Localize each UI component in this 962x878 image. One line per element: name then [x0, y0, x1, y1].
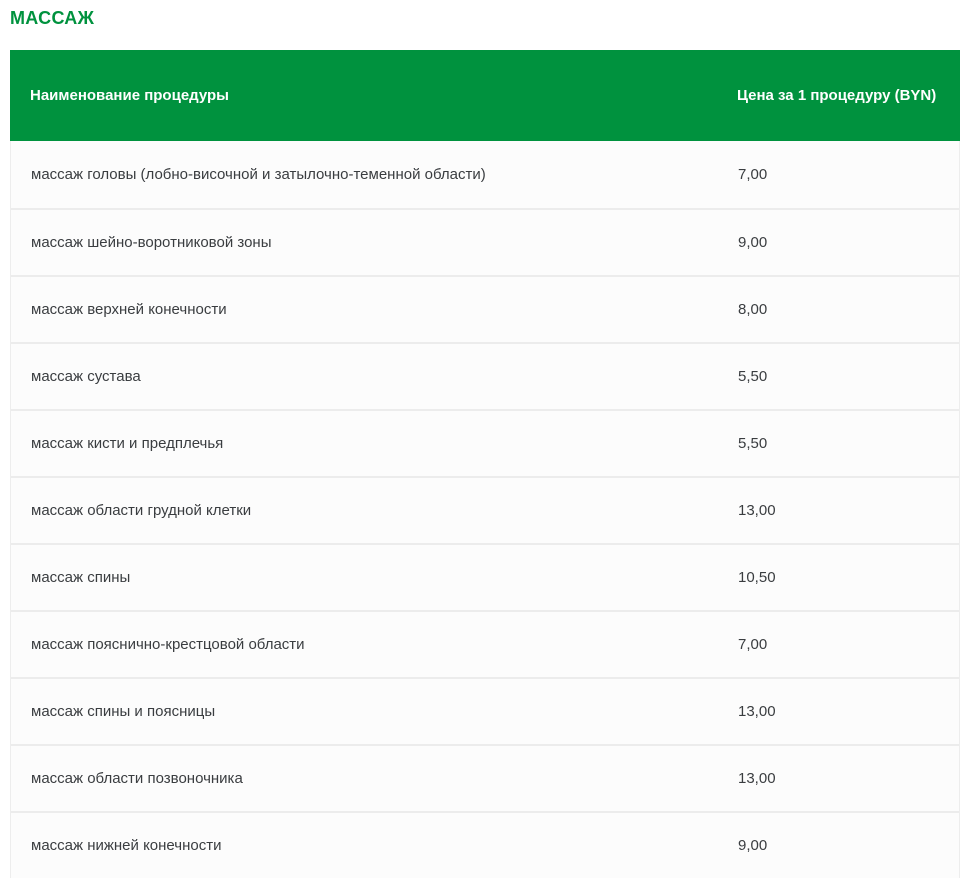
procedure-name: массаж области грудной клетки [11, 502, 738, 519]
table-header-row: Наименование процедуры Цена за 1 процеду… [10, 50, 960, 141]
table-row: массаж нижней конечности9,00 [11, 811, 959, 878]
procedure-name: массаж области позвоночника [11, 770, 738, 787]
table-row: массаж пояснично-крестцовой области7,00 [11, 610, 959, 677]
procedure-price: 5,50 [738, 368, 959, 385]
table-row: массаж области грудной клетки13,00 [11, 476, 959, 543]
procedure-price: 8,00 [738, 301, 959, 318]
table-row: массаж головы (лобно-височной и затылочн… [11, 141, 959, 208]
table-row: массаж области позвоночника13,00 [11, 744, 959, 811]
pricing-page: МАССАЖ Наименование процедуры Цена за 1 … [0, 0, 962, 878]
procedure-price: 7,00 [738, 166, 959, 183]
procedure-price: 13,00 [738, 703, 959, 720]
table-row: массаж сустава5,50 [11, 342, 959, 409]
procedure-name: массаж пояснично-крестцовой области [11, 636, 738, 653]
price-table: Наименование процедуры Цена за 1 процеду… [10, 50, 960, 878]
column-header-price: Цена за 1 процедуру (BYN) [737, 85, 960, 107]
procedure-price: 10,50 [738, 569, 959, 586]
column-header-procedure: Наименование процедуры [10, 85, 737, 107]
table-row: массаж спины10,50 [11, 543, 959, 610]
procedure-price: 9,00 [738, 234, 959, 251]
procedure-price: 9,00 [738, 837, 959, 854]
procedure-price: 13,00 [738, 502, 959, 519]
table-row: массаж верхней конечности8,00 [11, 275, 959, 342]
procedure-name: массаж головы (лобно-височной и затылочн… [11, 166, 738, 183]
procedure-name: массаж нижней конечности [11, 837, 738, 854]
procedure-name: массаж спины [11, 569, 738, 586]
table-row: массаж шейно-воротниковой зоны9,00 [11, 208, 959, 275]
procedure-name: массаж кисти и предплечья [11, 435, 738, 452]
procedure-name: массаж сустава [11, 368, 738, 385]
procedure-name: массаж верхней конечности [11, 301, 738, 318]
page-title: МАССАЖ [10, 8, 960, 28]
procedure-price: 5,50 [738, 435, 959, 452]
table-row: массаж спины и поясницы13,00 [11, 677, 959, 744]
procedure-price: 7,00 [738, 636, 959, 653]
table-body: массаж головы (лобно-височной и затылочн… [10, 141, 960, 878]
procedure-name: массаж спины и поясницы [11, 703, 738, 720]
procedure-price: 13,00 [738, 770, 959, 787]
table-row: массаж кисти и предплечья5,50 [11, 409, 959, 476]
procedure-name: массаж шейно-воротниковой зоны [11, 234, 738, 251]
